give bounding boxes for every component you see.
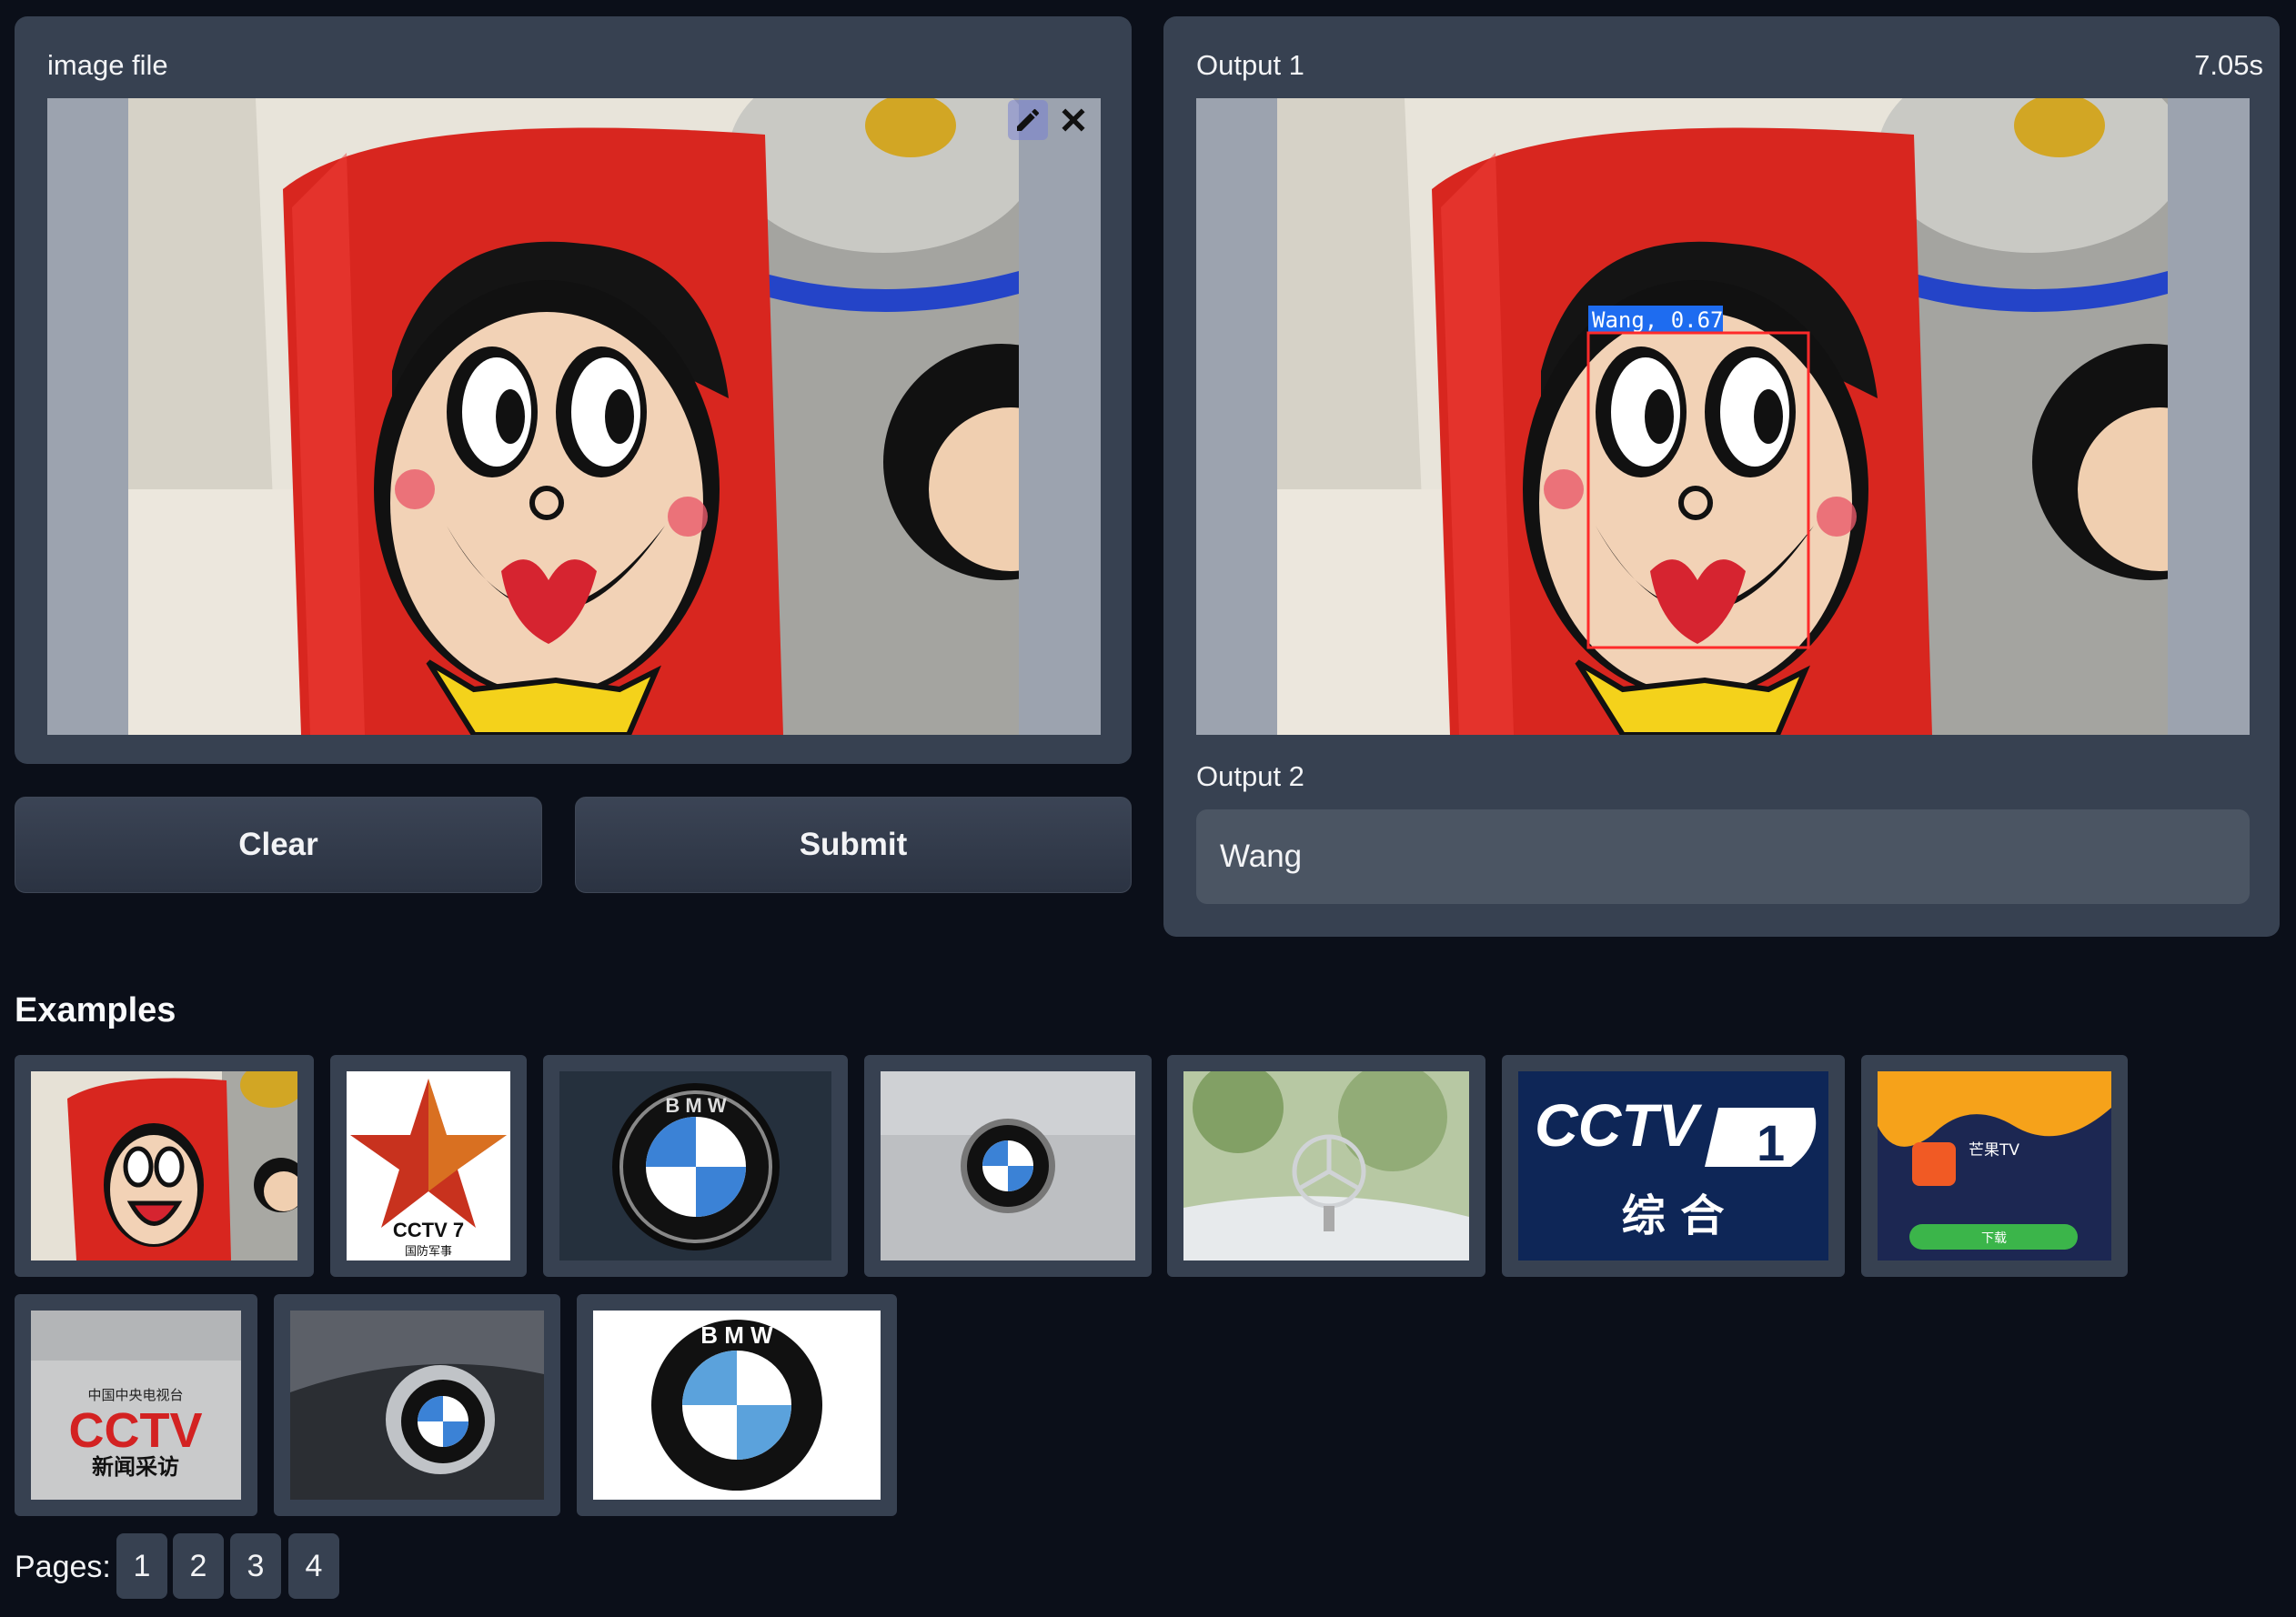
page-button-2[interactable]: 2 bbox=[173, 1533, 224, 1599]
input-panel: image file bbox=[15, 16, 1132, 764]
edit-button[interactable] bbox=[1008, 100, 1048, 140]
example-bmw-letters: B M W bbox=[665, 1094, 726, 1117]
example-thumb bbox=[31, 1071, 297, 1260]
example-mango-name: 芒果TV bbox=[1969, 1141, 2019, 1160]
example-cctv1[interactable]: CCTV 1 综 合 bbox=[1502, 1055, 1845, 1277]
example-wangwang-can[interactable] bbox=[15, 1055, 314, 1277]
example-cctv7-text: CCTV 7 bbox=[393, 1219, 464, 1241]
example-cctv1-num: 1 bbox=[1757, 1114, 1785, 1171]
page-button-1[interactable]: 1 bbox=[116, 1533, 167, 1599]
clear-image-button[interactable] bbox=[1053, 100, 1093, 140]
input-label: image file bbox=[47, 49, 168, 81]
example-cctv1-sub: 综 合 bbox=[1622, 1190, 1725, 1241]
example-cctv-news[interactable]: 中国中央电视台 CCTV 新闻采访 bbox=[15, 1294, 257, 1516]
example-bmw-silver[interactable] bbox=[864, 1055, 1152, 1277]
example-cctv1-text: CCTV bbox=[1535, 1091, 1703, 1159]
example-cctvnews-sub: 新闻采访 bbox=[92, 1454, 179, 1480]
example-cctvnews-top: 中国中央电视台 bbox=[87, 1387, 183, 1403]
input-image bbox=[128, 98, 1019, 735]
output2-textbox[interactable]: Wang bbox=[1196, 809, 2250, 904]
input-image-frame[interactable] bbox=[47, 98, 1101, 735]
output2-label: Output 2 bbox=[1196, 760, 1304, 792]
page-button-3[interactable]: 3 bbox=[230, 1533, 281, 1599]
example-mango-download: 下载 bbox=[1981, 1231, 2007, 1246]
example-thumb: B M W bbox=[593, 1311, 881, 1500]
example-thumb bbox=[290, 1311, 544, 1500]
example-bmw-trunk[interactable] bbox=[274, 1294, 560, 1516]
output1-label: Output 1 bbox=[1196, 49, 1304, 81]
example-bmw-logo[interactable]: B M W bbox=[577, 1294, 897, 1516]
close-icon bbox=[1062, 108, 1085, 132]
example-thumb: CCTV 7 国防军事 bbox=[347, 1071, 510, 1260]
page-button-4[interactable]: 4 bbox=[288, 1533, 339, 1599]
example-thumb: B M W bbox=[559, 1071, 831, 1260]
example-cctv7-sub: 国防军事 bbox=[405, 1244, 452, 1259]
submit-button[interactable]: Submit bbox=[575, 797, 1132, 893]
pages-label: Pages: bbox=[15, 1550, 111, 1584]
example-cctvnews-text: CCTV bbox=[69, 1403, 203, 1458]
pencil-icon bbox=[1017, 108, 1039, 131]
output1-time: 7.05s bbox=[2194, 49, 2263, 81]
example-bmw-dark[interactable]: B M W bbox=[543, 1055, 848, 1277]
output-image-frame: Wang, 0.67 bbox=[1196, 98, 2250, 735]
example-cctv7[interactable]: CCTV 7 国防军事 bbox=[330, 1055, 527, 1277]
example-bmw-logo-letters: B M W bbox=[700, 1321, 773, 1349]
example-thumb: 芒果TV 下载 bbox=[1878, 1071, 2111, 1260]
clear-button[interactable]: Clear bbox=[15, 797, 542, 893]
example-thumb bbox=[1183, 1071, 1469, 1260]
example-mercedes[interactable] bbox=[1167, 1055, 1485, 1277]
example-thumb: 中国中央电视台 CCTV 新闻采访 bbox=[31, 1311, 241, 1500]
example-mango-tv[interactable]: 芒果TV 下载 bbox=[1861, 1055, 2128, 1277]
output-panel: Output 1 7.05s Wang, 0.67 Output 2 Wang bbox=[1163, 16, 2280, 937]
examples-title: Examples bbox=[15, 991, 176, 1029]
detection-label: Wang, 0.67 bbox=[1592, 307, 1724, 333]
example-thumb bbox=[881, 1071, 1135, 1260]
output-image: Wang, 0.67 bbox=[1277, 98, 2168, 735]
example-thumb: CCTV 1 综 合 bbox=[1518, 1071, 1828, 1260]
